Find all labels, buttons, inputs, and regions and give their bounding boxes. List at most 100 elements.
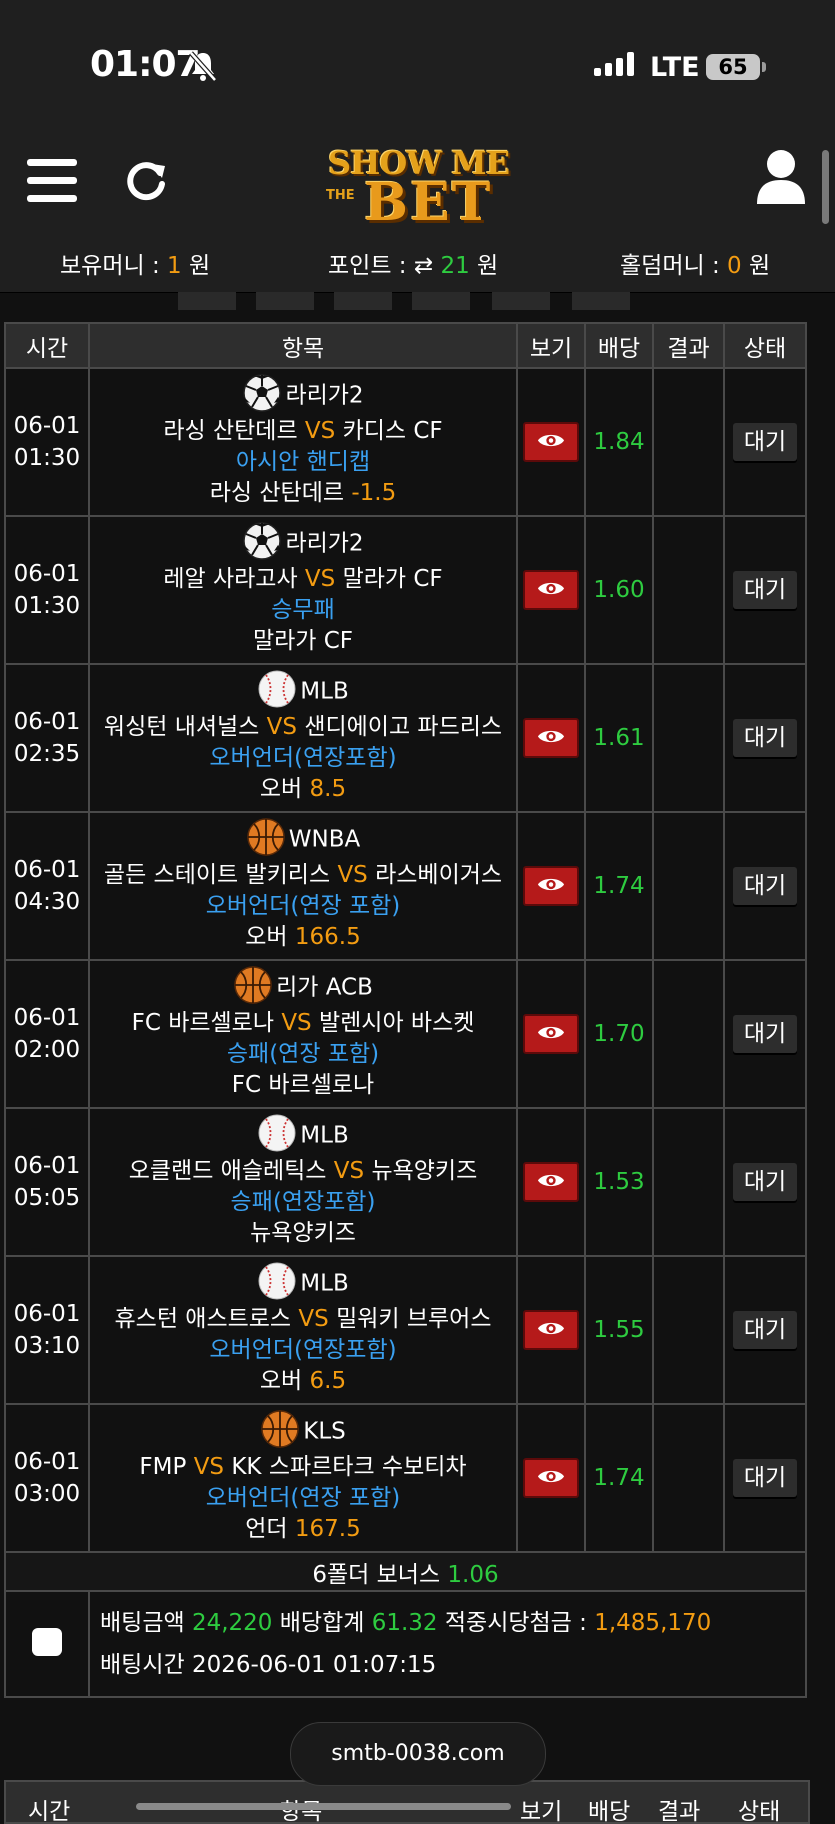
match-time-cell: 06-01 02:35 [4,663,90,813]
user-profile-icon[interactable] [755,148,807,206]
view-eye-icon[interactable] [523,1458,579,1498]
soccer-ball-icon [242,373,282,413]
soccer-ball-icon [242,521,282,561]
site-logo[interactable]: SHOW ME THE BET [322,142,512,233]
teams-line: 워싱턴 내셔널스 VS 샌디에이고 파드리스 [91,712,515,743]
view-cell [516,1107,586,1257]
result-cell [652,1403,725,1553]
pick-name: 오버 [259,775,303,802]
header-view: 보기 [516,322,586,369]
pick-line: 오버 8.5 [91,774,515,805]
view-eye-icon[interactable] [523,866,579,906]
match-item-cell: 라리가2 라싱 산탄데르 VS 카디스 CF 아시안 핸디캡 라싱 산탄데르 -1.5 [88,367,518,517]
basketball-icon [260,1409,300,1449]
match-date: 06-01 [13,413,81,439]
status-cell: 대기 [723,959,807,1109]
header-item: 항목 [88,322,518,369]
vs-label: VS [304,417,336,444]
vs-label: VS [281,1009,312,1036]
match-item-cell: WNBA 골든 스테이트 발키리스 VS 라스베이거스 오버언더(연장 포함) 오버 … [88,811,518,961]
view-eye-icon[interactable] [523,1310,579,1350]
vs-label: VS [333,1157,365,1184]
league-line: MLB [91,1262,515,1304]
match-date: 06-01 [13,1153,81,1179]
match-item-cell: KLS FMP VS KK 스파르타크 수보티차 오버언더(연장 포함) 언더 167… [88,1403,518,1553]
exchange-icon[interactable]: ⇄ [414,253,433,279]
status-wait-badge: 대기 [733,1311,797,1349]
hamburger-menu-icon[interactable] [27,159,77,203]
view-cell [516,367,586,517]
odds-value: 1.60 [584,515,654,665]
payout-label: 적중시당첨금 : [437,1610,595,1636]
view-eye-icon[interactable] [523,422,579,462]
match-time-cell: 06-01 03:00 [4,1403,90,1553]
status-cell: 대기 [723,1255,807,1405]
league-line: 라리가2 [91,373,515,416]
teams-line: FC 바르셀로나 VS 발렌시아 바스켓 [91,1008,515,1039]
league-name: 라리가2 [285,382,364,408]
market-type: 아시안 핸디캡 [235,448,371,475]
logo-bottom-text: BET [364,172,493,233]
match-date: 06-01 [13,1301,81,1327]
next-header-odds: 배당 [588,1799,631,1824]
next-header-view: 보기 [520,1799,563,1824]
league-name: KLS [303,1418,346,1444]
status-cell: 대기 [723,1107,807,1257]
pick-line: 말라가 CF [91,626,515,657]
match-time-cell: 06-01 01:30 [4,515,90,665]
match-time: 01:30 [13,445,81,471]
match-time-cell: 06-01 01:30 [4,367,90,517]
bonus-label: 6폴더 보너스 [312,1561,448,1588]
status-wait-badge: 대기 [733,423,797,461]
bonus-cell: 6폴더 보너스 1.06 [4,1551,807,1592]
market-type: 오버언더(연장포함) [209,744,397,771]
league-name: MLB [300,678,349,704]
home-indicator[interactable] [136,1803,511,1810]
view-eye-icon[interactable] [523,1014,579,1054]
view-cell [516,1403,586,1553]
summary-cell: 배팅금액 24,220 배당합계 61.32 적중시당첨금 : 1,485,17… [88,1590,807,1698]
result-cell [652,811,725,961]
pick-handicap: 167.5 [294,1515,361,1542]
vs-label: VS [193,1453,225,1480]
view-eye-icon[interactable] [523,570,579,610]
status-wait-badge: 대기 [733,867,797,905]
home-team: 라싱 산탄데르 [163,417,298,444]
pick-line: FC 바르셀로나 [91,1070,515,1101]
pick-handicap: 166.5 [294,923,361,950]
network-type: LTE [650,52,700,83]
teams-line: FMP VS KK 스파르타크 수보티차 [91,1452,515,1483]
basketball-icon [246,817,286,857]
bet-row: 06-01 02:00 리가 ACB FC 바르셀로나 VS 발렌시아 바스켓 승패(연… [4,959,807,1109]
view-cell [516,1255,586,1405]
status-bar: 01:07 LTE 65 [0,0,835,136]
site-header: SHOW ME THE BET 보유머니 : 1 원 포인트 : ⇄ 21 원 … [0,136,835,293]
point-value: 21 [440,253,470,279]
header-status: 상태 [723,322,807,369]
next-table-header: 시간 항목 보기 배당 결과 상태 [4,1780,810,1824]
market-type: 승무패 [271,596,335,623]
vs-label: VS [266,713,297,740]
holdem-unit: 원 [741,253,771,279]
domain-pill[interactable]: smtb-0038.com [290,1722,546,1786]
pick-line: 라싱 산탄데르 -1.5 [91,478,515,509]
pick-name: 오버 [259,1367,303,1394]
page-scrollbar[interactable] [822,150,829,224]
result-cell [652,1255,725,1405]
teams-line: 골든 스테이트 발키리스 VS 라스베이거스 [91,860,515,891]
match-time-cell: 06-01 03:10 [4,1255,90,1405]
select-bet-checkbox[interactable] [32,1628,62,1656]
bet-row: 06-01 04:30 WNBA 골든 스테이트 발키리스 VS 라스베이거스 오버언더… [4,811,807,961]
header-result: 결과 [652,322,725,369]
view-eye-icon[interactable] [523,718,579,758]
summary-line-1: 배팅금액 24,220 배당합계 61.32 적중시당첨금 : 1,485,17… [100,1602,805,1644]
payout-value: 1,485,170 [594,1610,712,1636]
result-cell [652,515,725,665]
league-line: KLS [91,1409,515,1452]
select-cell [4,1590,90,1698]
bet-row: 06-01 01:30 라리가2 라싱 산탄데르 VS 카디스 CF 아시안 핸디캡 라싱… [4,367,807,517]
refresh-icon[interactable] [122,156,170,204]
view-eye-icon[interactable] [523,1162,579,1202]
odds-value: 1.61 [584,663,654,813]
league-name: MLB [300,1122,349,1148]
